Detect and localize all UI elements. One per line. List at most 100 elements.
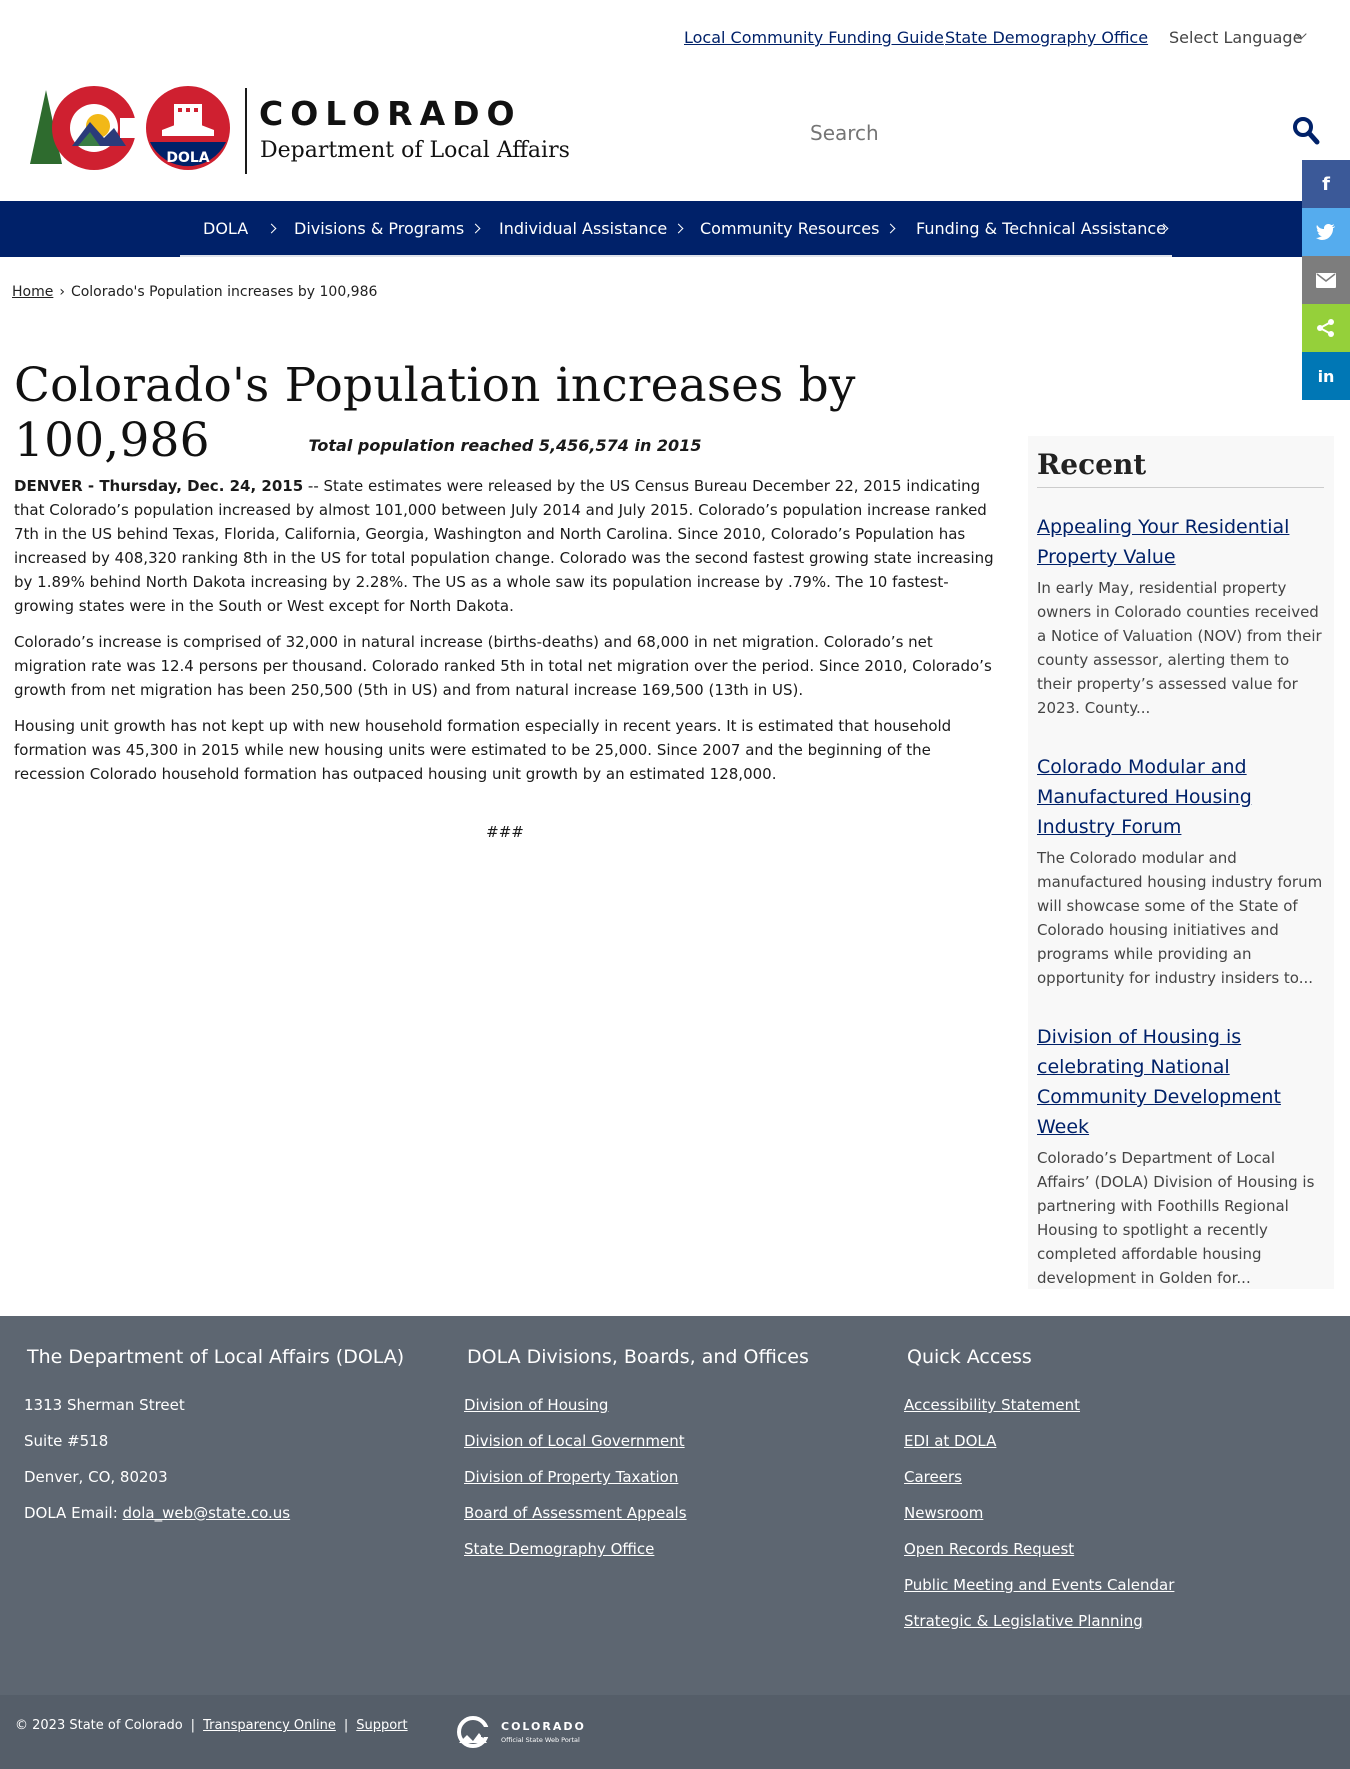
- share-icon: [1317, 319, 1334, 337]
- breadcrumb-separator: ›: [59, 284, 65, 300]
- nav-item-label: Community Resources: [700, 219, 880, 238]
- chevron-right-icon: [266, 223, 277, 234]
- facebook-share-button[interactable]: f: [1302, 160, 1350, 208]
- footer-address-line: 1313 Sherman Street: [24, 1396, 185, 1414]
- recent-item-link[interactable]: Appealing Your Residential Property Valu…: [1037, 516, 1289, 568]
- footer-heading: Quick Access: [907, 1346, 1032, 1368]
- footer-contact-column: The Department of Local Affairs (DOLA) 1…: [24, 1346, 404, 1540]
- twitter-share-button[interactable]: [1302, 208, 1350, 256]
- footer-address-line: Suite #518: [24, 1432, 109, 1450]
- footer-link-newsroom[interactable]: Newsroom: [904, 1504, 983, 1522]
- pipe-separator: |: [343, 1718, 349, 1733]
- search-icon[interactable]: [1292, 116, 1320, 146]
- support-link[interactable]: Support: [356, 1718, 407, 1733]
- email-icon: [1316, 272, 1336, 288]
- link-local-community-funding-guide[interactable]: Local Community Funding Guide: [684, 28, 944, 47]
- footer-link-public-meeting-calendar[interactable]: Public Meeting and Events Calendar: [904, 1576, 1174, 1594]
- main-nav-inner: DOLA Divisions & Programs Individual Ass…: [180, 201, 1172, 257]
- sharethis-button[interactable]: [1302, 304, 1350, 352]
- share-sidebar: f in: [1302, 160, 1350, 400]
- footer-link-division-of-property-taxation[interactable]: Division of Property Taxation: [464, 1468, 678, 1486]
- footer-email-line: DOLA Email: dola_web@state.co.us: [24, 1504, 404, 1540]
- colorado-c-icon: [457, 1716, 491, 1748]
- dola-seal-text: DOLA: [166, 150, 209, 166]
- nav-item-funding-technical-assistance[interactable]: Funding & Technical Assistance: [916, 219, 1169, 238]
- article-body: Total population reached 5,456,574 in 20…: [14, 434, 996, 844]
- linkedin-icon: in: [1317, 366, 1335, 386]
- main-nav: DOLA Divisions & Programs Individual Ass…: [0, 201, 1350, 257]
- footer-link-strategic-legislative-planning[interactable]: Strategic & Legislative Planning: [904, 1612, 1143, 1630]
- article-paragraph: Housing unit growth has not kept up with…: [14, 717, 952, 783]
- nav-item-label: Funding & Technical Assistance: [916, 219, 1166, 238]
- recent-item-link[interactable]: Division of Housing is celebrating Natio…: [1037, 1026, 1281, 1138]
- recent-item: Colorado Modular and Manufactured Housin…: [1037, 752, 1324, 990]
- search-input[interactable]: [810, 116, 1310, 150]
- recent-item-excerpt: In early May, residential property owner…: [1037, 579, 1322, 717]
- nav-item-divisions-programs[interactable]: Divisions & Programs: [294, 219, 481, 238]
- footer-heading: The Department of Local Affairs (DOLA): [27, 1346, 405, 1368]
- footer-address-line: Denver, CO, 80203: [24, 1468, 168, 1486]
- footer-link-careers[interactable]: Careers: [904, 1468, 962, 1486]
- nav-item-label: Individual Assistance: [499, 219, 668, 238]
- twitter-icon: [1316, 224, 1335, 240]
- utility-bar: Local Community Funding Guide State Demo…: [0, 0, 1350, 76]
- recent-item-excerpt: The Colorado modular and manufactured ho…: [1037, 849, 1323, 987]
- portal-logo-title: COLORADO: [501, 1720, 586, 1733]
- colorado-c-icon: [52, 86, 140, 170]
- footer-link-edi-at-dola[interactable]: EDI at DOLA: [904, 1432, 996, 1450]
- bottom-bar: © 2023 State of Colorado | Transparency On…: [0, 1695, 1350, 1769]
- nav-item-individual-assistance[interactable]: Individual Assistance: [499, 219, 684, 238]
- copyright-line: © 2023 State of Colorado | Transparency On…: [15, 1718, 408, 1733]
- breadcrumb-home-link[interactable]: Home: [12, 284, 53, 300]
- article-paragraph: DENVER - Thursday, Dec. 24, 2015 -- Stat…: [14, 474, 996, 618]
- footer-link-board-of-assessment-appeals[interactable]: Board of Assessment Appeals: [464, 1504, 687, 1522]
- article-paragraph-text: -- State estimates were released by the …: [14, 477, 994, 615]
- language-select-label: Select Language: [1169, 28, 1303, 47]
- nav-item-label: Divisions & Programs: [294, 219, 465, 238]
- copyright-text: © 2023 State of Colorado: [15, 1718, 183, 1733]
- facebook-icon: f: [1322, 173, 1330, 195]
- footer-divisions-column: DOLA Divisions, Boards, and Offices Divi…: [464, 1346, 809, 1576]
- chevron-right-icon: [673, 223, 684, 234]
- footer-link-open-records-request[interactable]: Open Records Request: [904, 1540, 1074, 1558]
- article-subhead: Total population reached 5,456,574 in 20…: [308, 436, 702, 455]
- article-dateline: DENVER - Thursday, Dec. 24, 2015: [14, 477, 304, 495]
- email-share-button[interactable]: [1302, 256, 1350, 304]
- footer-email-link[interactable]: dola_web@state.co.us: [123, 1504, 291, 1522]
- footer-link-state-demography-office[interactable]: State Demography Office: [464, 1540, 654, 1558]
- pipe-separator: |: [190, 1718, 196, 1733]
- footer-link-accessibility-statement[interactable]: Accessibility Statement: [904, 1396, 1080, 1414]
- breadcrumb-current: Colorado's Population increases by 100,9…: [70, 284, 378, 300]
- nav-item-dola[interactable]: DOLA: [203, 219, 277, 238]
- portal-logo-subtitle: Official State Web Portal: [501, 1736, 580, 1744]
- brand-title: COLORADO: [259, 94, 522, 133]
- site-header: DOLA COLORADO Department of Local Affair…: [0, 76, 1350, 200]
- article-paragraph: Colorado’s increase is comprised of 32,0…: [14, 633, 992, 699]
- recent-item: Division of Housing is celebrating Natio…: [1037, 1022, 1324, 1290]
- transparency-online-link[interactable]: Transparency Online: [203, 1718, 336, 1733]
- chevron-right-icon: [885, 223, 896, 234]
- dola-seal-icon: DOLA: [146, 86, 230, 170]
- chevron-right-icon: [470, 223, 481, 234]
- footer-link-division-of-housing[interactable]: Division of Housing: [464, 1396, 608, 1414]
- recent-item-link[interactable]: Colorado Modular and Manufactured Housin…: [1037, 756, 1252, 838]
- footer-email-label: DOLA Email:: [24, 1504, 123, 1522]
- site-footer: The Department of Local Affairs (DOLA) 1…: [0, 1316, 1350, 1695]
- footer-link-division-of-local-government[interactable]: Division of Local Government: [464, 1432, 685, 1450]
- logo-divider: [245, 88, 247, 174]
- colorado-dola-logo[interactable]: DOLA: [28, 84, 238, 176]
- recent-item: Appealing Your Residential Property Valu…: [1037, 512, 1324, 720]
- brand-subtitle: Department of Local Affairs: [260, 138, 570, 163]
- breadcrumb: Home › Colorado's Population increases by …: [12, 284, 377, 300]
- footer-heading: DOLA Divisions, Boards, and Offices: [467, 1346, 809, 1368]
- recent-item-excerpt: Colorado’s Department of Local Affairs’ …: [1037, 1149, 1315, 1287]
- language-select[interactable]: Select Language: [1169, 28, 1307, 47]
- link-state-demography-office[interactable]: State Demography Office: [945, 28, 1148, 47]
- nav-item-community-resources[interactable]: Community Resources: [700, 219, 896, 238]
- colorado-portal-logo[interactable]: COLORADO Official State Web Portal: [455, 1715, 595, 1749]
- nav-item-label: DOLA: [203, 219, 249, 238]
- recent-sidebar: Recent Appealing Your Residential Proper…: [1028, 436, 1334, 1289]
- linkedin-share-button[interactable]: in: [1302, 352, 1350, 400]
- recent-heading: Recent: [1037, 448, 1324, 488]
- footer-quick-access-column: Quick Access Accessibility Statement EDI…: [904, 1346, 1174, 1648]
